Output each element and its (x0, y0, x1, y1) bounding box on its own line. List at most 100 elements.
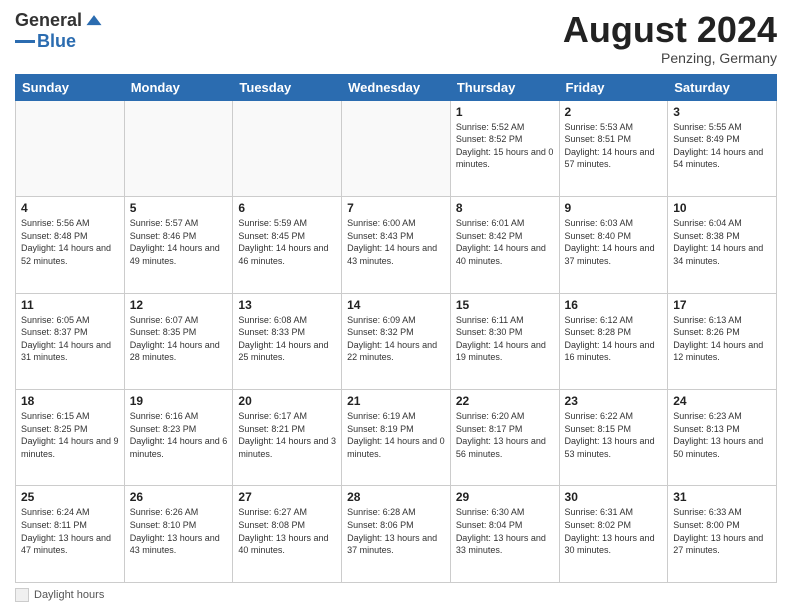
day-number-23: 23 (565, 394, 663, 408)
logo-icon (84, 11, 104, 31)
header: General Blue August 2024 Penzing, German… (15, 10, 777, 66)
calendar-header-row: Sunday Monday Tuesday Wednesday Thursday… (16, 74, 777, 100)
day-number-17: 17 (673, 298, 771, 312)
cell-1-5: 9 Sunrise: 6:03 AM Sunset: 8:40 PM Daylig… (559, 197, 668, 293)
day-number-9: 9 (565, 201, 663, 215)
cell-0-0 (16, 100, 125, 196)
cell-0-6: 3 Sunrise: 5:55 AM Sunset: 8:49 PM Daylig… (668, 100, 777, 196)
cell-3-4: 22Sunrise: 6:20 AM Sunset: 8:17 PM Dayli… (450, 390, 559, 486)
day-number-13: 13 (238, 298, 336, 312)
day-info-23: Sunrise: 6:22 AM Sunset: 8:15 PM Dayligh… (565, 410, 663, 460)
day-info-24: Sunrise: 6:23 AM Sunset: 8:13 PM Dayligh… (673, 410, 771, 460)
day-number-11: 11 (21, 298, 119, 312)
day-info-5: Sunrise: 5:57 AM Sunset: 8:46 PM Dayligh… (130, 217, 228, 267)
day-number-5: 5 (130, 201, 228, 215)
day-info-21: Sunrise: 6:19 AM Sunset: 8:19 PM Dayligh… (347, 410, 445, 460)
cell-4-3: 28 Sunrise: 6:28 AM Sunset: 8:06 PM Dayli… (342, 486, 451, 583)
day-info-1: Sunrise: 5:52 AM Sunset: 8:52 PM Dayligh… (456, 121, 554, 171)
day-info-25: Sunrise: 6:24 AM Sunset: 8:11 PM Dayligh… (21, 506, 119, 556)
day-info-8: Sunrise: 6:01 AM Sunset: 8:42 PM Dayligh… (456, 217, 554, 267)
cell-4-2: 27 Sunrise: 6:27 AM Sunset: 8:08 PM Dayli… (233, 486, 342, 583)
day-number-2: 2 (565, 105, 663, 119)
day-number-22: 22 (456, 394, 554, 408)
month-title: August 2024 (563, 10, 777, 50)
cell-3-6: 24 Sunrise: 6:23 AM Sunset: 8:13 PM Dayli… (668, 390, 777, 486)
day-number-24: 24 (673, 394, 771, 408)
week-row-2: 11 Sunrise: 6:05 AM Sunset: 8:37 PM Dayli… (16, 293, 777, 389)
cell-4-1: 26Sunrise: 6:26 AM Sunset: 8:10 PM Dayli… (124, 486, 233, 583)
cell-0-2 (233, 100, 342, 196)
cell-4-4: 29Sunrise: 6:30 AM Sunset: 8:04 PM Dayli… (450, 486, 559, 583)
cell-1-4: 8 Sunrise: 6:01 AM Sunset: 8:42 PM Daylig… (450, 197, 559, 293)
day-number-31: 31 (673, 490, 771, 504)
col-saturday: Saturday (668, 74, 777, 100)
cell-3-1: 19Sunrise: 6:16 AM Sunset: 8:23 PM Dayli… (124, 390, 233, 486)
week-row-4: 25 Sunrise: 6:24 AM Sunset: 8:11 PM Dayli… (16, 486, 777, 583)
day-number-27: 27 (238, 490, 336, 504)
day-number-19: 19 (130, 394, 228, 408)
cell-2-6: 17 Sunrise: 6:13 AM Sunset: 8:26 PM Dayli… (668, 293, 777, 389)
day-info-2: Sunrise: 5:53 AM Sunset: 8:51 PM Dayligh… (565, 121, 663, 171)
day-number-10: 10 (673, 201, 771, 215)
day-info-12: Sunrise: 6:07 AM Sunset: 8:35 PM Dayligh… (130, 314, 228, 364)
col-wednesday: Wednesday (342, 74, 451, 100)
day-number-20: 20 (238, 394, 336, 408)
day-info-11: Sunrise: 6:05 AM Sunset: 8:37 PM Dayligh… (21, 314, 119, 364)
cell-0-5: 2 Sunrise: 5:53 AM Sunset: 8:51 PM Daylig… (559, 100, 668, 196)
day-info-13: Sunrise: 6:08 AM Sunset: 8:33 PM Dayligh… (238, 314, 336, 364)
cell-4-5: 30 Sunrise: 6:31 AM Sunset: 8:02 PM Dayli… (559, 486, 668, 583)
title-area: August 2024 Penzing, Germany (563, 10, 777, 66)
cell-1-0: 4 Sunrise: 5:56 AM Sunset: 8:48 PM Daylig… (16, 197, 125, 293)
day-info-18: Sunrise: 6:15 AM Sunset: 8:25 PM Dayligh… (21, 410, 119, 460)
cell-1-1: 5 Sunrise: 5:57 AM Sunset: 8:46 PM Daylig… (124, 197, 233, 293)
day-number-30: 30 (565, 490, 663, 504)
day-info-30: Sunrise: 6:31 AM Sunset: 8:02 PM Dayligh… (565, 506, 663, 556)
day-info-17: Sunrise: 6:13 AM Sunset: 8:26 PM Dayligh… (673, 314, 771, 364)
day-info-14: Sunrise: 6:09 AM Sunset: 8:32 PM Dayligh… (347, 314, 445, 364)
cell-4-0: 25 Sunrise: 6:24 AM Sunset: 8:11 PM Dayli… (16, 486, 125, 583)
day-info-3: Sunrise: 5:55 AM Sunset: 8:49 PM Dayligh… (673, 121, 771, 171)
cell-0-1 (124, 100, 233, 196)
day-number-7: 7 (347, 201, 445, 215)
day-info-4: Sunrise: 5:56 AM Sunset: 8:48 PM Dayligh… (21, 217, 119, 267)
cell-3-5: 23 Sunrise: 6:22 AM Sunset: 8:15 PM Dayli… (559, 390, 668, 486)
day-number-26: 26 (130, 490, 228, 504)
week-row-0: 1 Sunrise: 5:52 AM Sunset: 8:52 PM Daylig… (16, 100, 777, 196)
cell-2-4: 15Sunrise: 6:11 AM Sunset: 8:30 PM Dayli… (450, 293, 559, 389)
day-number-28: 28 (347, 490, 445, 504)
footer: Daylight hours (15, 588, 777, 602)
day-number-1: 1 (456, 105, 554, 119)
day-info-16: Sunrise: 6:12 AM Sunset: 8:28 PM Dayligh… (565, 314, 663, 364)
day-info-10: Sunrise: 6:04 AM Sunset: 8:38 PM Dayligh… (673, 217, 771, 267)
day-number-12: 12 (130, 298, 228, 312)
day-number-6: 6 (238, 201, 336, 215)
cell-1-6: 10 Sunrise: 6:04 AM Sunset: 8:38 PM Dayli… (668, 197, 777, 293)
logo-blue: Blue (37, 31, 76, 52)
page: General Blue August 2024 Penzing, German… (0, 0, 792, 612)
day-info-9: Sunrise: 6:03 AM Sunset: 8:40 PM Dayligh… (565, 217, 663, 267)
cell-0-3 (342, 100, 451, 196)
day-number-4: 4 (21, 201, 119, 215)
day-info-20: Sunrise: 6:17 AM Sunset: 8:21 PM Dayligh… (238, 410, 336, 460)
logo-general: General (15, 10, 82, 31)
day-number-16: 16 (565, 298, 663, 312)
cell-0-4: 1 Sunrise: 5:52 AM Sunset: 8:52 PM Daylig… (450, 100, 559, 196)
cell-2-3: 14 Sunrise: 6:09 AM Sunset: 8:32 PM Dayli… (342, 293, 451, 389)
day-info-28: Sunrise: 6:28 AM Sunset: 8:06 PM Dayligh… (347, 506, 445, 556)
col-friday: Friday (559, 74, 668, 100)
week-row-1: 4 Sunrise: 5:56 AM Sunset: 8:48 PM Daylig… (16, 197, 777, 293)
day-info-27: Sunrise: 6:27 AM Sunset: 8:08 PM Dayligh… (238, 506, 336, 556)
footer-box (15, 588, 29, 602)
day-info-7: Sunrise: 6:00 AM Sunset: 8:43 PM Dayligh… (347, 217, 445, 267)
subtitle: Penzing, Germany (563, 50, 777, 66)
col-sunday: Sunday (16, 74, 125, 100)
cell-2-5: 16 Sunrise: 6:12 AM Sunset: 8:28 PM Dayli… (559, 293, 668, 389)
day-number-3: 3 (673, 105, 771, 119)
day-number-25: 25 (21, 490, 119, 504)
col-monday: Monday (124, 74, 233, 100)
day-number-14: 14 (347, 298, 445, 312)
cell-3-0: 18Sunrise: 6:15 AM Sunset: 8:25 PM Dayli… (16, 390, 125, 486)
day-number-8: 8 (456, 201, 554, 215)
cell-3-3: 21Sunrise: 6:19 AM Sunset: 8:19 PM Dayli… (342, 390, 451, 486)
logo-text: General (15, 10, 104, 31)
